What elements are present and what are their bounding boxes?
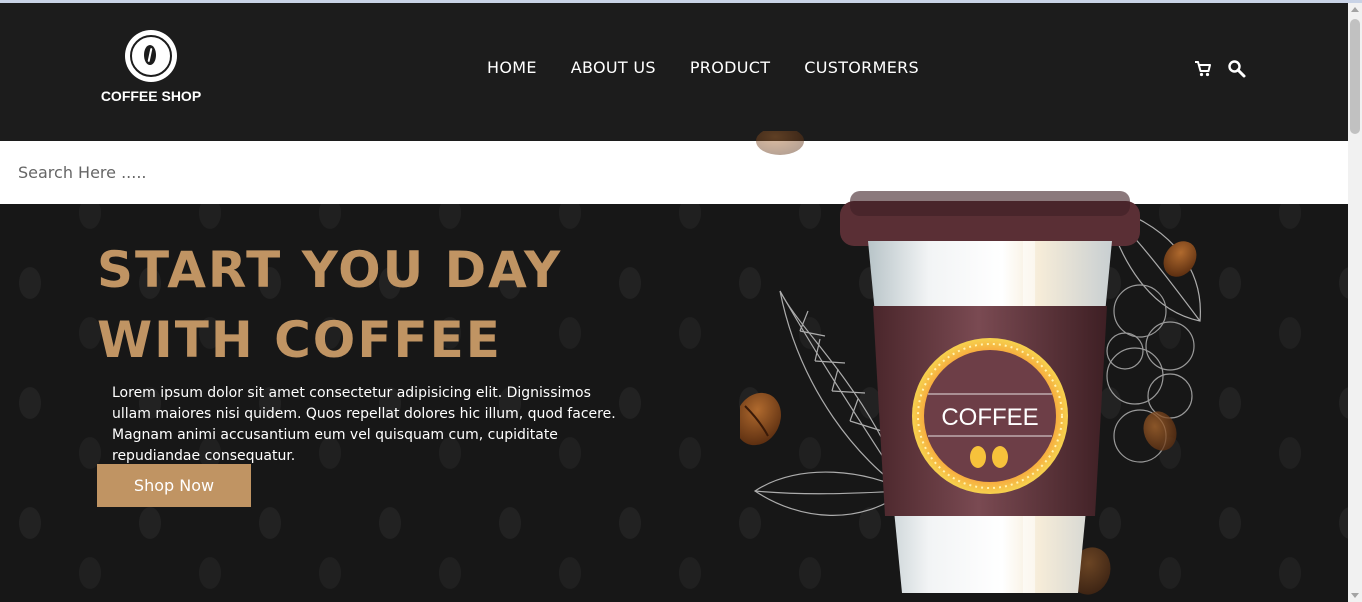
coffee-bean-icon <box>740 392 781 446</box>
brand-name: COFFEE SHOP <box>100 88 202 104</box>
hero-description: Lorem ipsum dolor sit amet consectetur a… <box>112 385 616 464</box>
coffee-cup-illustration: COFFEE <box>740 131 1201 595</box>
logo[interactable]: COFFEE SHOP <box>97 30 205 108</box>
scroll-thumb[interactable] <box>1350 19 1360 134</box>
cup-label: COFFEE <box>941 404 1038 431</box>
search-icon[interactable] <box>1227 59 1247 79</box>
cart-icon[interactable] <box>1193 59 1213 79</box>
coffee-bean-icon <box>756 131 804 155</box>
nav-product[interactable]: PRODUCT <box>690 58 770 77</box>
nav-about-us[interactable]: ABOUT US <box>571 58 656 77</box>
scroll-up-arrow-icon[interactable] <box>1351 7 1359 12</box>
coffee-bean-icon <box>1163 241 1197 277</box>
shop-now-button[interactable]: Shop Now <box>97 464 251 507</box>
main-nav: HOME ABOUT US PRODUCT CUSTORMERS <box>487 58 919 77</box>
vertical-scrollbar[interactable] <box>1348 3 1362 602</box>
site-header: COFFEE SHOP HOME ABOUT US PRODUCT CUSTOR… <box>0 3 1348 141</box>
hero-headline: START YOU DAY WITH COFFEE <box>97 235 657 375</box>
coffee-bean-logo-icon <box>125 30 177 82</box>
hero-headline-line-1: START YOU DAY <box>97 241 563 299</box>
hero-headline-line-2: WITH COFFEE <box>97 311 502 369</box>
coffee-bean-icon <box>970 446 986 468</box>
scroll-down-arrow-icon[interactable] <box>1351 593 1359 598</box>
coffee-bean-icon <box>1143 411 1177 451</box>
nav-home[interactable]: HOME <box>487 58 537 77</box>
nav-customers[interactable]: CUSTORMERS <box>804 58 919 77</box>
page: COFFEE SHOP HOME ABOUT US PRODUCT CUSTOR… <box>0 3 1348 602</box>
coffee-bean-icon <box>992 446 1008 468</box>
